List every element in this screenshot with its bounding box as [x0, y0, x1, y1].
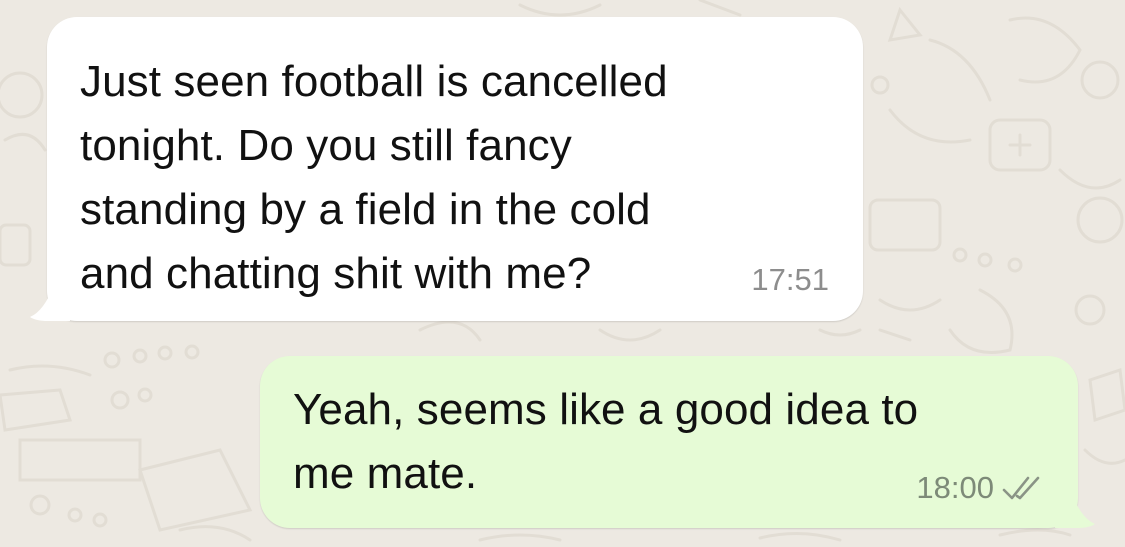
bubble-tail	[1055, 492, 1095, 528]
message-meta: 18:00	[916, 470, 1048, 506]
message-text: Just seen football is cancelled tonight.…	[80, 57, 668, 298]
message-timestamp: 18:00	[916, 470, 994, 505]
bubble-tail	[30, 285, 70, 321]
message-timestamp: 17:51	[751, 262, 829, 297]
outgoing-message-bubble[interactable]: Yeah, seems like a good idea to me mate.…	[260, 356, 1095, 528]
incoming-message-bubble[interactable]: Just seen football is cancelled tonight.…	[30, 17, 863, 321]
double-check-icon	[1002, 476, 1040, 500]
message-meta: 17:51	[751, 262, 829, 298]
